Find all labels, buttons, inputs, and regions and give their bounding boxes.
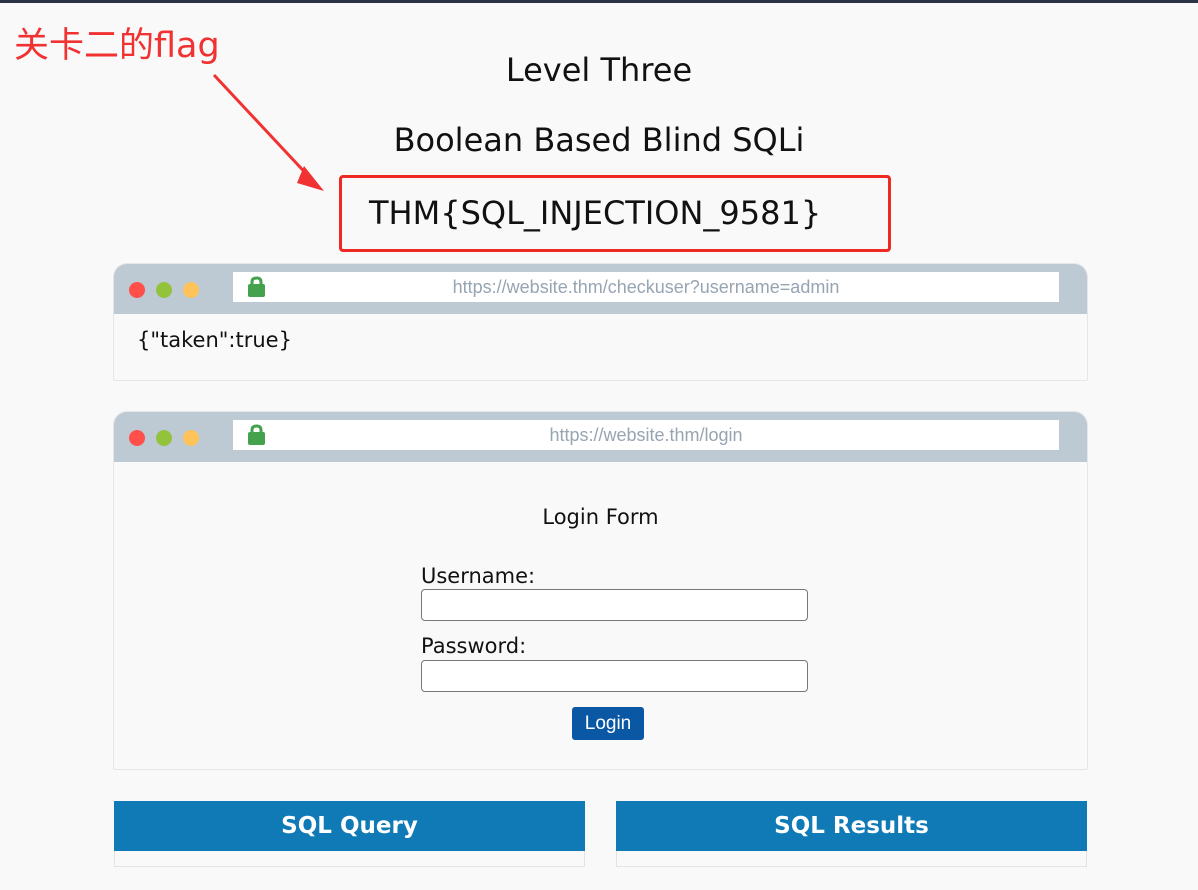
json-response: {"taken":true} — [137, 328, 292, 352]
level-title: Level Three — [505, 51, 693, 89]
sql-results-panel: SQL Results — [616, 801, 1087, 867]
flag-text: THM{SQL_INJECTION_9581} — [369, 194, 822, 232]
password-label: Password: — [421, 634, 527, 658]
sql-query-panel: SQL Query — [114, 801, 585, 867]
username-input[interactable] — [421, 589, 808, 621]
sql-results-header: SQL Results — [616, 801, 1087, 851]
minimize-window-dot — [156, 430, 172, 446]
login-form-title: Login Form — [542, 505, 659, 529]
maximize-window-dot — [183, 282, 199, 298]
password-input[interactable] — [421, 660, 808, 692]
checkuser-browser-window: https://website.thm/checkuser?username=a… — [113, 263, 1088, 381]
address-url[interactable]: https://website.thm/login — [233, 420, 1059, 450]
username-label: Username: — [421, 564, 536, 588]
login-browser-window: https://website.thm/login Login Form Use… — [113, 411, 1088, 770]
close-window-dot — [129, 430, 145, 446]
minimize-window-dot — [156, 282, 172, 298]
browser-toolbar: https://website.thm/login — [114, 412, 1087, 462]
login-button[interactable]: Login — [572, 707, 644, 740]
maximize-window-dot — [183, 430, 199, 446]
close-window-dot — [129, 282, 145, 298]
browser-toolbar: https://website.thm/checkuser?username=a… — [114, 264, 1087, 314]
sql-query-header: SQL Query — [114, 801, 585, 851]
address-url[interactable]: https://website.thm/checkuser?username=a… — [233, 272, 1059, 302]
challenge-subtitle: Boolean Based Blind SQLi — [393, 121, 805, 159]
top-divider — [0, 0, 1198, 3]
